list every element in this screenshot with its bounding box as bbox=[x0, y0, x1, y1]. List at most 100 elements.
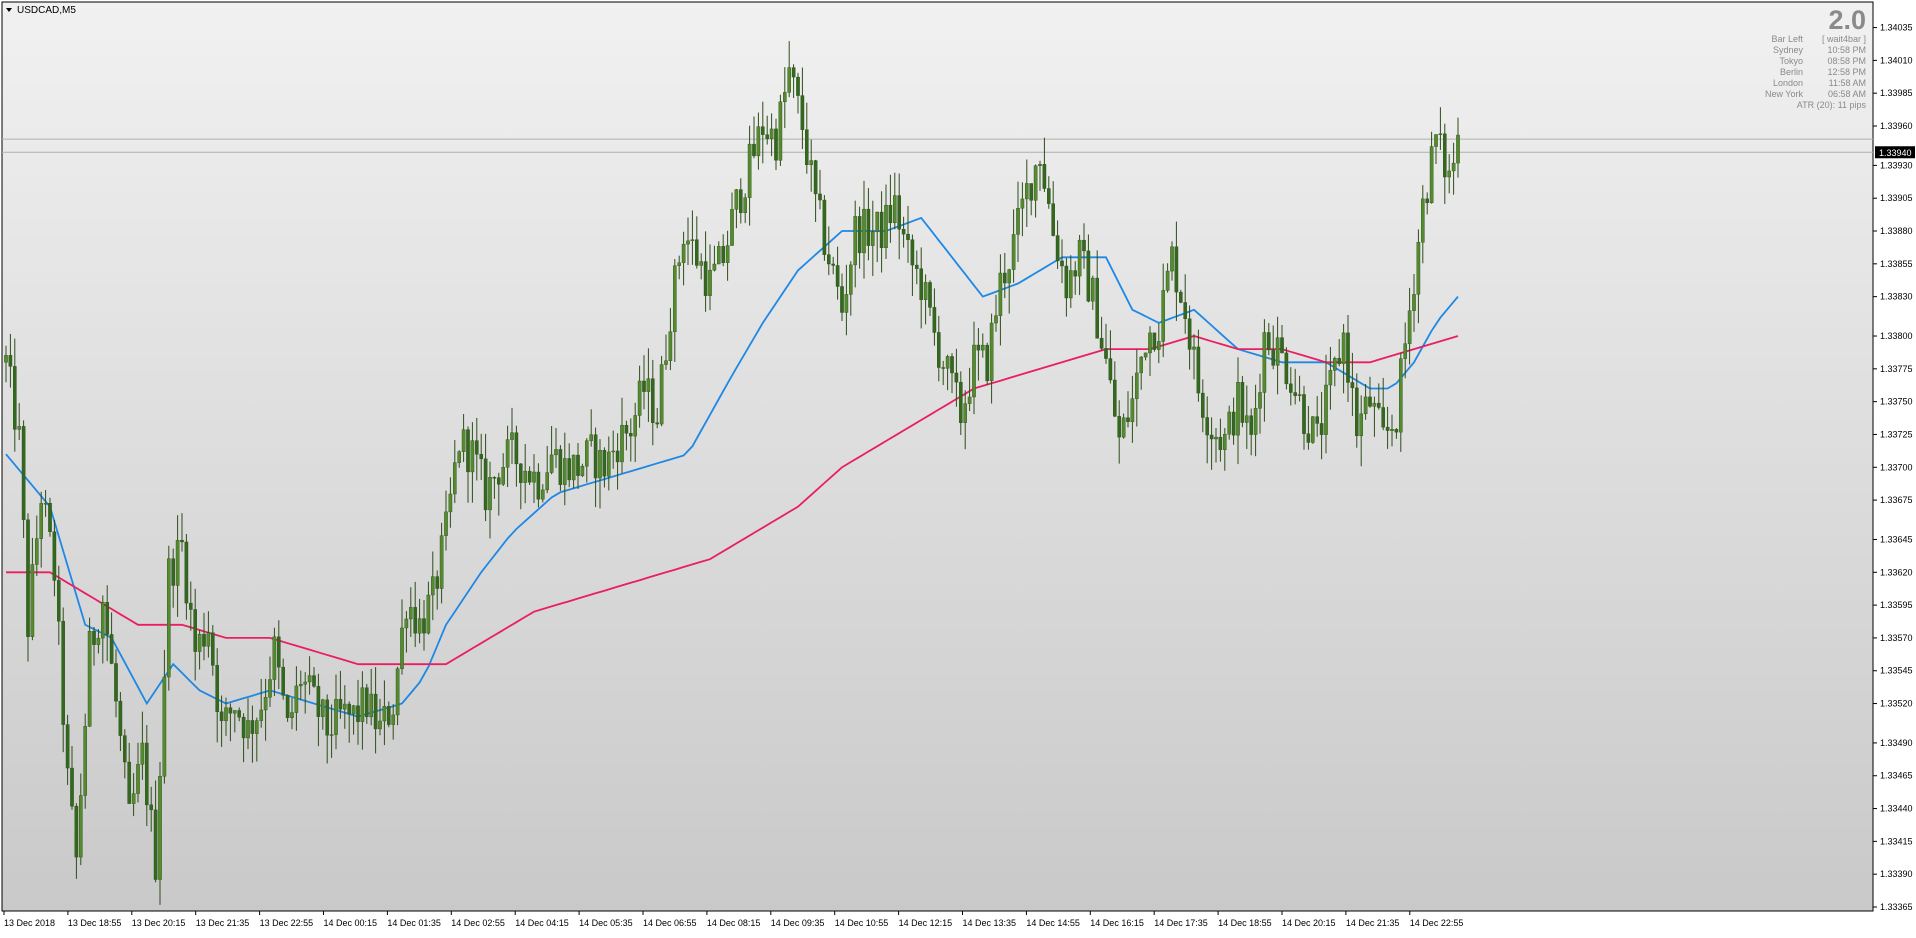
y-tick-label: 1.33570 bbox=[1880, 633, 1913, 643]
y-tick-label: 1.33490 bbox=[1880, 738, 1913, 748]
x-tick-label: 14 Dec 22:55 bbox=[1410, 918, 1464, 928]
candle-body bbox=[369, 693, 374, 718]
candle-body bbox=[299, 683, 303, 687]
x-tick-label: 14 Dec 02:55 bbox=[451, 918, 505, 928]
candle-body bbox=[272, 636, 277, 680]
y-tick-label: 1.33855 bbox=[1880, 259, 1913, 269]
x-tick-label: 14 Dec 20:15 bbox=[1282, 918, 1336, 928]
candle-body bbox=[87, 631, 92, 727]
candle-body bbox=[989, 322, 994, 382]
candle-body bbox=[1170, 246, 1174, 272]
candle-body bbox=[800, 95, 805, 130]
candle-body bbox=[39, 503, 43, 539]
candle-body bbox=[747, 143, 752, 198]
candle-body bbox=[294, 685, 299, 713]
candle-body bbox=[215, 665, 220, 713]
y-tick-label: 1.33620 bbox=[1880, 567, 1913, 577]
candle-body bbox=[998, 272, 1003, 316]
candle-body bbox=[1095, 277, 1099, 339]
candle-body bbox=[30, 564, 35, 637]
candle-body bbox=[840, 286, 844, 313]
candle-body bbox=[901, 228, 906, 235]
y-tick-label: 1.33985 bbox=[1880, 88, 1913, 98]
candle-body bbox=[109, 634, 114, 664]
candle-body bbox=[52, 531, 57, 581]
candle-body bbox=[444, 511, 448, 536]
candle-body bbox=[739, 189, 743, 214]
candle-body bbox=[1227, 411, 1231, 435]
candle-body bbox=[197, 633, 202, 652]
candle-body bbox=[360, 687, 365, 722]
candle-body bbox=[571, 454, 576, 481]
candle-body bbox=[1244, 415, 1249, 423]
candle-body bbox=[576, 454, 580, 476]
candle-body bbox=[1214, 436, 1218, 440]
candle-body bbox=[1372, 402, 1377, 407]
candle-body bbox=[1104, 348, 1108, 359]
candle-body bbox=[712, 263, 717, 271]
candle-body bbox=[752, 143, 756, 157]
candle-body bbox=[1073, 270, 1077, 277]
x-tick-label: 14 Dec 00:15 bbox=[324, 918, 378, 928]
candle-body bbox=[1310, 416, 1315, 443]
y-tick-label: 1.33440 bbox=[1880, 804, 1913, 814]
candle-body bbox=[844, 294, 849, 313]
plot-area[interactable] bbox=[1, 1, 1874, 912]
candle-body bbox=[721, 246, 725, 263]
candle-body bbox=[321, 699, 325, 717]
candle-body bbox=[818, 193, 822, 201]
candle-body bbox=[1178, 291, 1183, 303]
candle-body bbox=[307, 675, 312, 683]
candle-body bbox=[1319, 423, 1324, 435]
candle-body bbox=[78, 795, 83, 858]
chart-window[interactable]: 1.34035 1.34010 1.33985 1.33960 1.33930 1.339… bbox=[0, 0, 1916, 933]
info-row-value: 08:58 PM bbox=[1827, 56, 1866, 66]
candle-body bbox=[699, 261, 703, 266]
candle-body bbox=[1262, 332, 1267, 393]
candle-body bbox=[277, 636, 281, 668]
candle-body bbox=[1249, 415, 1253, 435]
symbol-title[interactable]: USDCAD,M5 bbox=[6, 5, 76, 16]
y-tick-label: 1.33880 bbox=[1880, 226, 1913, 236]
candle-body bbox=[461, 429, 466, 452]
candle-body bbox=[153, 809, 158, 880]
candle-body bbox=[422, 618, 426, 634]
y-tick-label: 1.33775 bbox=[1880, 364, 1913, 374]
y-tick-label: 1.33750 bbox=[1880, 397, 1913, 407]
candle-body bbox=[188, 602, 193, 610]
x-tick-label: 13 Dec 22:55 bbox=[260, 918, 314, 928]
price-chart[interactable]: 1.34035 1.34010 1.33985 1.33960 1.33930 1.339… bbox=[0, 0, 1916, 933]
y-tick-label: 1.33800 bbox=[1880, 331, 1913, 341]
candle-body bbox=[395, 668, 400, 716]
candle-body bbox=[527, 470, 532, 483]
candle-body bbox=[897, 195, 901, 230]
candle-body bbox=[725, 245, 730, 263]
candle-body bbox=[950, 356, 954, 374]
candle-body bbox=[1284, 352, 1289, 385]
candle-body bbox=[866, 208, 871, 246]
candle-body bbox=[184, 541, 189, 604]
candle-body bbox=[281, 666, 286, 696]
candle-body bbox=[1332, 358, 1337, 371]
candle-body bbox=[981, 344, 985, 351]
candle-body bbox=[1099, 338, 1104, 349]
candle-body bbox=[347, 703, 352, 715]
candle-body bbox=[1297, 394, 1302, 396]
candle-body bbox=[105, 602, 109, 635]
candle-body bbox=[822, 199, 827, 255]
candle-body bbox=[945, 356, 950, 369]
candle-body bbox=[1029, 183, 1033, 201]
x-tick-label: 14 Dec 16:15 bbox=[1090, 918, 1144, 928]
candle-body bbox=[1412, 294, 1416, 311]
candle-body bbox=[664, 360, 668, 365]
candle-body bbox=[70, 767, 74, 807]
candle-body bbox=[250, 720, 255, 734]
candle-body bbox=[1354, 387, 1359, 437]
candle-body bbox=[1222, 433, 1227, 450]
candle-body bbox=[717, 246, 721, 265]
candle-body bbox=[202, 633, 206, 647]
candle-body bbox=[4, 355, 8, 363]
y-tick-label: 1.33415 bbox=[1880, 836, 1913, 846]
candle-body bbox=[171, 558, 176, 586]
candle-body bbox=[1196, 346, 1201, 394]
